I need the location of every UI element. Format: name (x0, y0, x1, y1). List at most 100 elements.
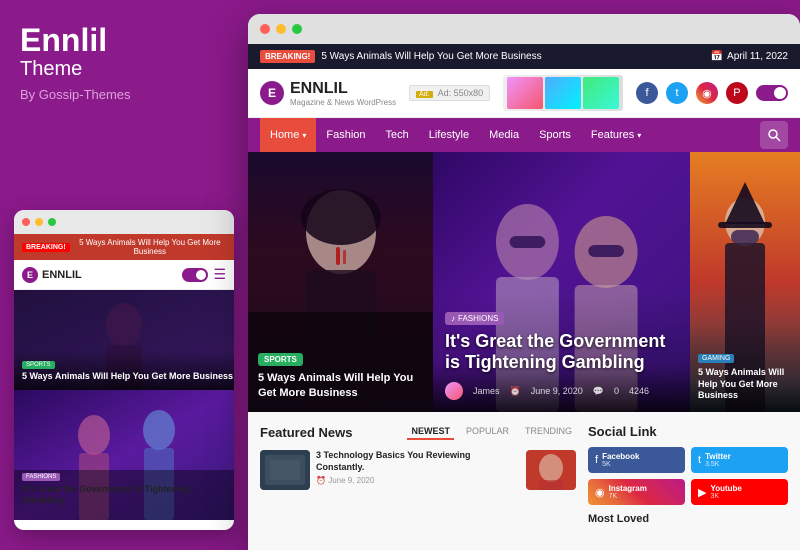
hero-left-sports-badge: SPORTS (258, 353, 303, 366)
mini-section-title: It's Great the Government is Tightening … (22, 484, 226, 506)
features-chevron: ▾ (637, 131, 641, 140)
nav-tech[interactable]: Tech (376, 118, 419, 152)
hero-date-icon: ⏰ (510, 386, 521, 397)
facebook-count: 5K (602, 461, 639, 468)
news-thumb-2 (526, 450, 576, 490)
gaming-badge: GAMING (698, 354, 734, 363)
mini-hero-image: SPORTS 5 Ways Animals Will Help You Get … (14, 290, 234, 390)
instagram-social-card[interactable]: ◉ Instagram 7K (588, 479, 685, 505)
mini-hero-title: 5 Ways Animals Will Help You Get More Bu… (22, 371, 233, 382)
brand-by: By Gossip-Themes (20, 87, 228, 102)
nav-lifestyle[interactable]: Lifestyle (419, 118, 479, 152)
hero-right-title: 5 Ways Animals Will Help You Get More Bu… (698, 367, 792, 402)
navbar-logo: E ENNLIL Magazine & News WordPress (260, 80, 396, 107)
mini-menu-icon[interactable]: ☰ (213, 266, 226, 283)
instagram-count: 7K (609, 493, 647, 500)
mini-dark-mode-toggle[interactable] (182, 268, 208, 282)
nav-search-button[interactable] (760, 121, 788, 149)
social-links-grid: f Facebook 5K t Twitter 3.5K (588, 447, 788, 505)
hero-left-panel: SPORTS 5 Ways Animals Will Help You Get … (248, 152, 433, 412)
pinterest-icon[interactable]: P (726, 82, 748, 104)
banner-thumb-3 (583, 77, 619, 109)
mini-breaking-badge: BREAKING! (22, 243, 70, 252)
twitter-count: 3.5K (705, 461, 731, 468)
home-chevron: ▾ (302, 131, 306, 140)
nav-sports[interactable]: Sports (529, 118, 581, 152)
navbar-ad-tag: Ad. (416, 91, 433, 98)
featured-news-title: Featured News (260, 425, 352, 440)
hero-author-avatar (445, 382, 463, 400)
social-links-section: Social Link f Facebook 5K t Twitter 3.5 (588, 424, 788, 542)
twitter-social-card[interactable]: t Twitter 3.5K (691, 447, 788, 473)
tab-trending[interactable]: TRENDING (521, 424, 576, 440)
mini-logo-icon: E (22, 267, 38, 283)
mini-browser-preview: BREAKING! 5 Ways Animals Will Help You G… (14, 210, 234, 530)
mini-fashions-badge: FASHIONS (22, 473, 60, 481)
mini-dot-green (48, 218, 56, 226)
mini-toggle-area: ☰ (182, 266, 226, 283)
mini-browser-chrome (14, 210, 234, 234)
featured-news: Featured News NEWEST POPULAR TRENDING (260, 424, 576, 542)
news-item-1: 3 Technology Basics You Reviewing Consta… (260, 450, 518, 490)
instagram-icon[interactable]: ◉ (696, 82, 718, 104)
main-browser: BREAKING! 5 Ways Animals Will Help You G… (248, 14, 800, 550)
main-content: BREAKING! 5 Ways Animals Will Help You G… (248, 44, 800, 550)
hero-center-content: ♪ FASHIONS It's Great the Government is … (445, 308, 678, 400)
nav-features[interactable]: Features ▾ (581, 118, 651, 152)
breaking-text: 5 Ways Animals Will Help You Get More Bu… (321, 51, 541, 62)
youtube-card-icon: ▶ (698, 486, 706, 499)
calendar-icon: 📅 (711, 51, 723, 62)
news-item-2 (526, 450, 576, 490)
breaking-date: 📅 April 11, 2022 (711, 51, 788, 62)
dark-mode-toggle[interactable] (756, 85, 788, 101)
hero-comment-icon: 💬 (593, 386, 604, 397)
featured-news-tabs: NEWEST POPULAR TRENDING (407, 424, 576, 440)
facebook-icon[interactable]: f (636, 82, 658, 104)
facebook-social-card[interactable]: f Facebook 5K (588, 447, 685, 473)
nav-media[interactable]: Media (479, 118, 529, 152)
navbar-logo-text: ENNLIL (290, 80, 396, 98)
news-date-1: ⏰ June 9, 2020 (316, 476, 518, 485)
youtube-social-card[interactable]: ▶ Youtube 3K (691, 479, 788, 505)
banner-thumb-1 (507, 77, 543, 109)
nav-fashion[interactable]: Fashion (316, 118, 375, 152)
instagram-card-icon: ◉ (595, 486, 605, 499)
hero-author: James (473, 386, 500, 396)
featured-news-header: Featured News NEWEST POPULAR TRENDING (260, 424, 576, 440)
nav-home[interactable]: Home ▾ (260, 118, 316, 152)
facebook-card-icon: f (595, 454, 598, 466)
hero-left-image: SPORTS 5 Ways Animals Will Help You Get … (248, 152, 433, 412)
youtube-label: Youtube (710, 484, 741, 493)
mini-dot-yellow (35, 218, 43, 226)
hero-right-content: GAMING 5 Ways Animals Will Help You Get … (698, 347, 792, 402)
tab-popular[interactable]: POPULAR (462, 424, 513, 440)
navbar-social-icons: f t ◉ P (636, 82, 788, 104)
twitter-icon[interactable]: t (666, 82, 688, 104)
tab-newest[interactable]: NEWEST (407, 424, 454, 440)
main-browser-chrome (248, 14, 800, 44)
bottom-section: Featured News NEWEST POPULAR TRENDING (248, 412, 800, 550)
tiktok-icon: ♪ (451, 314, 455, 323)
left-panel: Ennlil Theme By Gossip-Themes BREAKING! … (0, 0, 248, 550)
news-info-1: 3 Technology Basics You Reviewing Consta… (316, 450, 518, 485)
mini-fashions-area: FASHIONS It's Great the Government is Ti… (14, 390, 234, 520)
hero-section: SPORTS 5 Ways Animals Will Help You Get … (248, 152, 800, 412)
navbar-banner-img (503, 75, 623, 111)
twitter-card-icon: t (698, 454, 701, 466)
hero-left-title: 5 Ways Animals Will Help You Get More Bu… (258, 371, 433, 400)
news-items: 3 Technology Basics You Reviewing Consta… (260, 450, 576, 490)
mini-sports-badge: SPORTS (22, 361, 55, 369)
mini-logo-text: ENNLIL (42, 269, 82, 281)
date-text: April 11, 2022 (727, 51, 788, 62)
main-dot-green (292, 24, 302, 34)
hero-views: 4246 (629, 386, 649, 396)
news-title-1: 3 Technology Basics You Reviewing Consta… (316, 450, 518, 473)
top-navbar: E ENNLIL Magazine & News WordPress Ad. A… (248, 69, 800, 118)
facebook-card-info: Facebook 5K (602, 452, 639, 468)
youtube-card-info: Youtube 3K (710, 484, 741, 500)
mini-logo: E ENNLIL (22, 267, 82, 283)
hero-date: June 9, 2020 (531, 386, 583, 396)
mini-breaking-text: 5 Ways Animals Will Help You Get More Bu… (74, 238, 226, 256)
fashions-badge: ♪ FASHIONS (445, 312, 504, 325)
navbar-logo-icon: E (260, 81, 284, 105)
